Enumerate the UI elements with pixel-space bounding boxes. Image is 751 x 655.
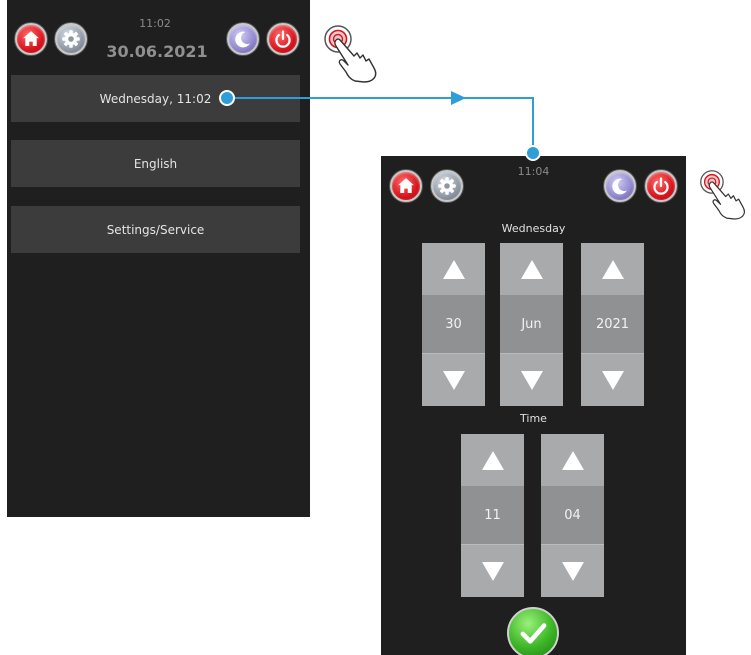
hour-value: 11 [461,486,524,544]
month-up-button[interactable] [500,243,563,296]
date-time-row[interactable]: Wednesday, 11:02 [11,75,300,122]
month-value: Jun [500,295,563,353]
day-spinner: 30 [422,243,485,406]
main-screen: 11:02 30.06.2021 Wednesday, 11:02 Englis… [7,0,310,517]
language-row[interactable]: English [11,140,300,187]
minute-down-button[interactable] [541,544,604,597]
home-icon [398,178,414,193]
day-value: 30 [422,295,485,353]
arrow-down-icon [601,370,624,390]
gear-icon [438,177,456,195]
home-icon [23,31,39,46]
minute-up-button[interactable] [541,434,604,487]
arrow-up-icon [601,259,624,279]
arrow-up-icon [481,450,504,470]
current-date: 30.06.2021 [106,42,208,61]
clock-time: 11:02 [139,17,171,30]
hour-up-button[interactable] [461,434,524,487]
power-button[interactable] [645,170,677,202]
tap-hand-icon [693,163,751,225]
day-down-button[interactable] [422,353,485,406]
language-label: English [133,156,178,171]
year-down-button[interactable] [581,353,644,406]
connector-arrowhead [451,91,466,105]
clock-time: 11:04 [517,165,550,178]
arrow-down-icon [481,561,504,581]
settings-service-label: Settings/Service [106,222,205,237]
month-spinner: Jun [500,243,563,406]
hour-spinner: 11 [461,434,524,597]
power-icon [653,177,669,195]
settings-button[interactable] [55,23,87,55]
home-button[interactable] [390,170,422,202]
arrow-up-icon [561,450,584,470]
time-label: Time [520,412,547,425]
weekday-label: Wednesday [501,222,566,235]
year-up-button[interactable] [581,243,644,296]
settings-service-row[interactable]: Settings/Service [11,206,300,253]
month-down-button[interactable] [500,353,563,406]
standby-button[interactable] [604,170,636,202]
power-button[interactable] [267,23,299,55]
arrow-down-icon [442,370,465,390]
arrow-up-icon [520,259,543,279]
day-up-button[interactable] [422,243,485,296]
moon-icon [612,178,627,195]
arrow-down-icon [561,561,584,581]
moon-icon [235,31,250,48]
hour-down-button[interactable] [461,544,524,597]
confirm-button[interactable] [507,607,559,655]
home-button[interactable] [15,23,47,55]
power-icon [275,30,291,48]
settings-button[interactable] [431,170,463,202]
year-value: 2021 [581,295,644,353]
tap-hand-icon [316,22,388,84]
arrow-up-icon [442,259,465,279]
year-spinner: 2021 [581,243,644,406]
date-time-screen: 11:04 Wednesday 30 Jun 2021 Time 11 04 [381,156,686,655]
standby-button[interactable] [227,23,259,55]
minute-spinner: 04 [541,434,604,597]
gear-icon [62,30,80,48]
checkmark-icon [520,623,547,644]
date-time-label: Wednesday, 11:02 [99,91,212,106]
minute-value: 04 [541,486,604,544]
arrow-down-icon [520,370,543,390]
